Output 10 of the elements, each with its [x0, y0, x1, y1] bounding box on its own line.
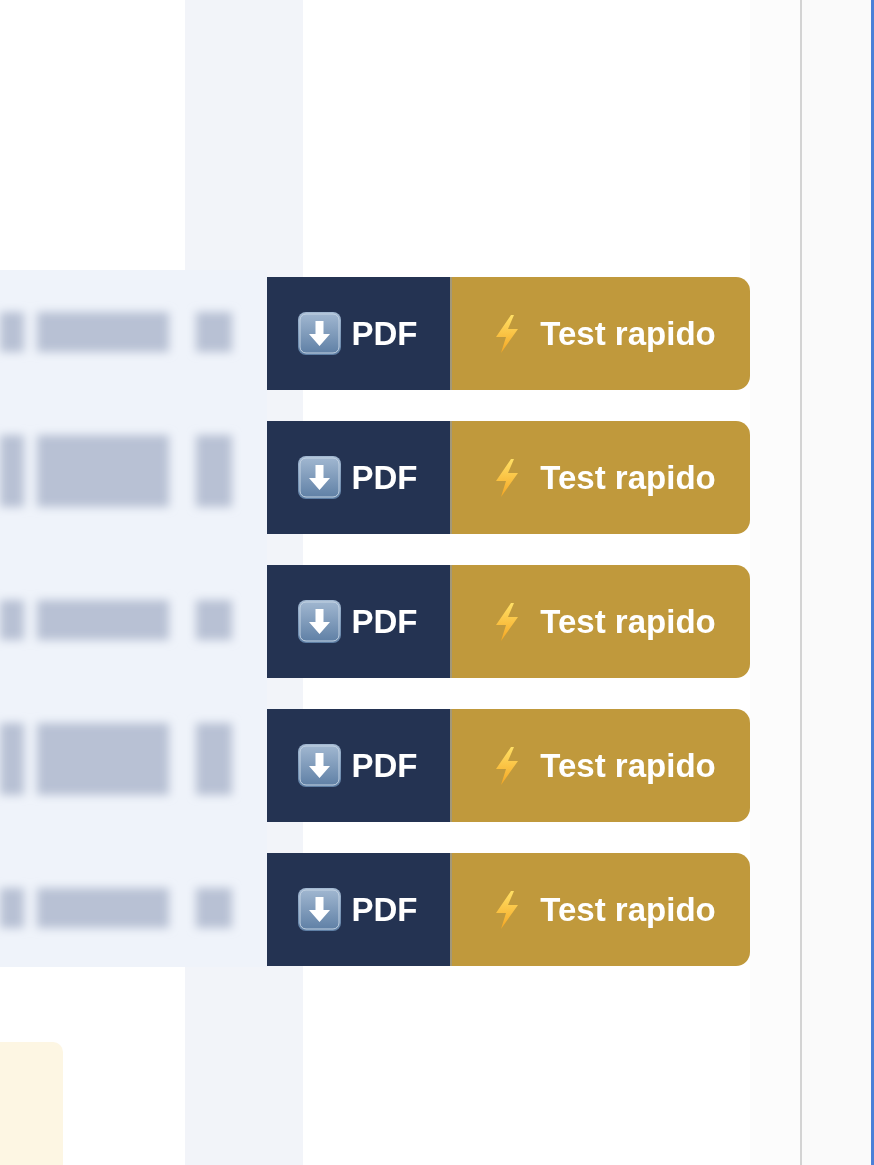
pdf-button[interactable]: PDF — [267, 709, 450, 822]
pdf-button[interactable]: PDF — [267, 565, 450, 678]
download-icon — [297, 744, 341, 787]
download-icon — [297, 888, 341, 931]
pdf-button[interactable]: PDF — [267, 853, 450, 966]
download-icon — [297, 312, 341, 355]
pdf-button[interactable]: PDF — [267, 421, 450, 534]
download-icon — [297, 456, 341, 499]
pdf-button[interactable]: PDF — [267, 277, 450, 390]
download-icon — [297, 600, 341, 643]
